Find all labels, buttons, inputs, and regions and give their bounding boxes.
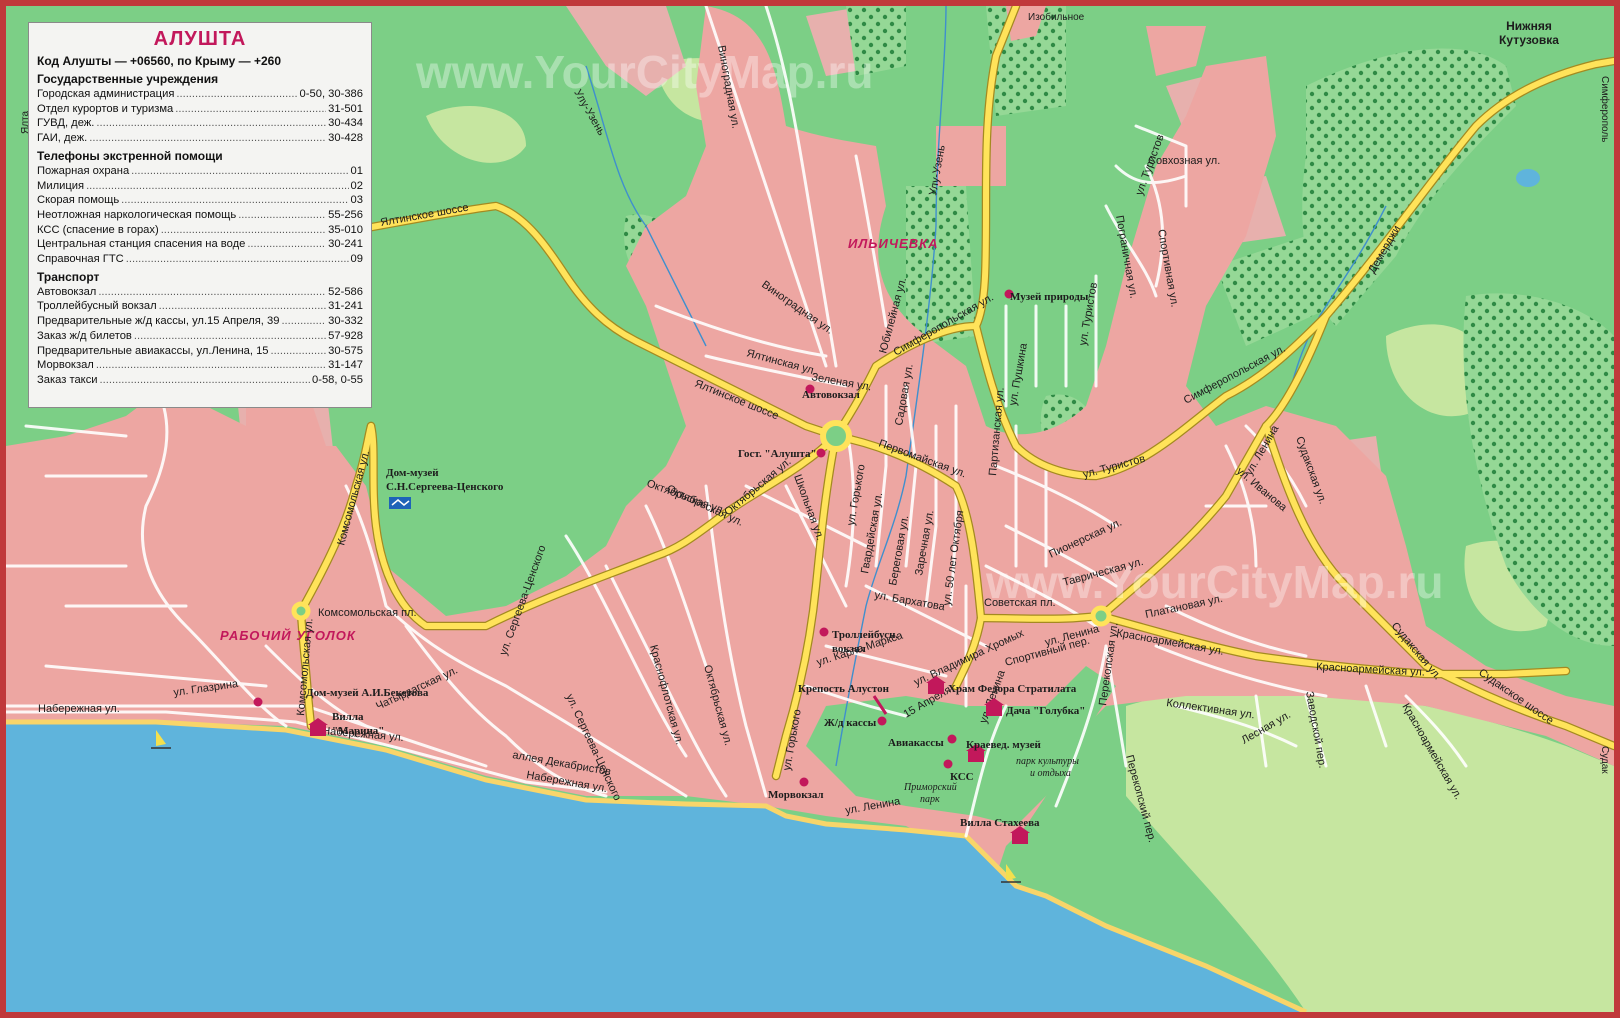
map-frame: www.YourCityMap.ru www.YourCityMap.ru Ни… — [0, 0, 1620, 1018]
poi-marker-aviakassy[interactable] — [947, 734, 957, 744]
legend-row: Справочная ГТС09 — [37, 252, 363, 267]
legend-row: Предварительные ж/д кассы, ул.15 Апреля,… — [37, 314, 363, 329]
poi-marker-zhd-kassy[interactable] — [877, 716, 887, 726]
poi-villa-staheeva: Вилла Стахеева — [960, 817, 1040, 829]
watermark-top: www.YourCityMap.ru — [415, 46, 873, 98]
legend-section-title: Государственные учреждения — [37, 72, 219, 86]
poi-morvokzal: Морвокзал — [768, 789, 824, 801]
poi-gost-alushta: Гост. "Алушта" — [738, 448, 817, 460]
legend-row: Морвокзал31-147 — [37, 358, 363, 373]
place-sudak: Судак — [1599, 746, 1610, 774]
legend-row: ГУВД, деж.30-434 — [37, 116, 363, 131]
place-izobilnoe: Изобильное — [1028, 11, 1085, 23]
legend-row: Пожарная охрана01 — [37, 164, 363, 179]
legend-row: КСС (спасение в горах)35-010 — [37, 223, 363, 238]
poi-dom-sergeeva-2: С.Н.Сергеева-Ценского — [386, 481, 504, 493]
legend-row: Центральная станция спасения на воде30-2… — [37, 237, 363, 252]
poi-park-2: и отдыха — [1030, 768, 1071, 779]
square-komsomolskaya: Комсомольская пл. — [318, 607, 417, 619]
legend-row: Милиция02 — [37, 179, 363, 194]
legend-row: Заказ ж/д билетов57-928 — [37, 329, 363, 344]
poi-dom-beketova: Дом-музей А.И.Бекетова — [306, 687, 429, 699]
poi-primorsky-1: Приморский — [903, 782, 957, 793]
district-rabochiy-ugolok: РАБОЧИЙ УГОЛОК — [220, 627, 356, 643]
lake — [1516, 169, 1540, 187]
legend-row: Городская администрация0-50, 30-386 — [37, 87, 363, 102]
district-ilichevka: ИЛЬИЧЕВКА — [848, 236, 938, 251]
poi-dom-sergeeva-1: Дом-музей — [386, 467, 439, 479]
square-sovetskaya: Советская пл. — [984, 597, 1056, 609]
place-nizhnyaya-1: Нижняя — [1506, 19, 1552, 33]
poi-marker-dom-beketova[interactable] — [253, 697, 263, 707]
legend-row: Отдел курортов и туризма31-501 — [37, 102, 363, 117]
poi-avtovokzal: Автовокзал — [802, 389, 860, 401]
legend-section-title: Транспорт — [37, 269, 100, 284]
place-simferopol: Симферополь — [1599, 76, 1611, 142]
poi-marker-morvokzal[interactable] — [799, 777, 809, 787]
legend-row: Неотложная наркологическая помощь55-256 — [37, 208, 363, 223]
legend-phone-codes: Код Алушты — +06560, по Крыму — +260 — [37, 54, 281, 68]
info-legend: АЛУШТА Код Алушты — +06560, по Крыму — +… — [28, 22, 372, 408]
poi-villa-marina-2: "Марина" — [332, 725, 384, 737]
poi-muzey-prirody: Музей природы — [1010, 291, 1089, 303]
legend-row: Предварительные авиакассы, ул.Ленина, 15… — [37, 344, 363, 359]
legend-row: Скорая помощь03 — [37, 193, 363, 208]
poi-aviakassy: Авиакассы — [888, 737, 944, 749]
poi-trolleybus-1: Троллейбусн. — [832, 629, 898, 641]
place-nizhnyaya-2: Кутузовка — [1499, 33, 1559, 47]
legend-row: Троллейбусный вокзал31-241 — [37, 299, 363, 314]
museum-icon[interactable] — [389, 497, 411, 509]
poi-marker-kss[interactable] — [943, 759, 953, 769]
poi-kraeved-muzey: Краевед. музей — [966, 739, 1042, 751]
legend-row: Автовокзал52-586 — [37, 285, 363, 300]
street-naberezhnaya-1: Набережная ул. — [38, 703, 120, 715]
poi-villa-marina-1: Вилла — [332, 711, 364, 723]
poi-marker-trolleybus[interactable] — [819, 627, 829, 637]
poi-marker-gost-alushta[interactable] — [816, 448, 826, 458]
poi-zhd-kassy: Ж/д кассы — [824, 717, 877, 729]
poi-dacha-golubka: Дача "Голубка" — [1006, 705, 1085, 717]
legend-section-title: Телефоны экстренной помощи — [37, 148, 223, 163]
poi-park-1: парк культуры — [1016, 756, 1079, 767]
poi-hram-fedora: Храм Федора Стратилата — [948, 683, 1077, 695]
legend-row: ГАИ, деж.30-428 — [37, 131, 363, 146]
poi-trolleybus-2: вокзал — [832, 643, 866, 655]
poi-krepost-aluston: Крепость Алустон — [798, 683, 890, 695]
legend-title: АЛУШТА — [153, 28, 247, 50]
legend-row: Заказ такси0-58, 0-55 — [37, 373, 363, 388]
poi-primorsky-2: парк — [920, 794, 940, 805]
